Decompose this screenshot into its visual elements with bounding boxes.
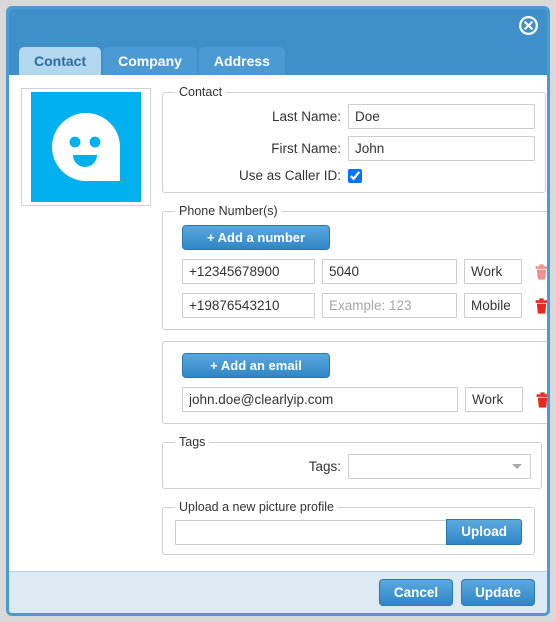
phone-extension-input-1[interactable] bbox=[322, 259, 457, 284]
phone-type-select-2[interactable]: Mobile bbox=[464, 293, 522, 318]
tab-address-label: Address bbox=[213, 53, 270, 69]
email-type-select-1[interactable]: Work bbox=[465, 387, 523, 412]
update-button[interactable]: Update bbox=[461, 579, 535, 606]
phone-number-input-1[interactable] bbox=[182, 259, 315, 284]
contact-group-legend: Contact bbox=[179, 85, 223, 99]
email-row: Work bbox=[182, 387, 547, 412]
tab-address[interactable]: Address bbox=[198, 47, 285, 75]
tab-contact[interactable]: Contact bbox=[19, 47, 102, 75]
upload-row: Upload bbox=[175, 519, 522, 545]
phone-number-input-2[interactable] bbox=[182, 293, 315, 318]
fields-column: Contact Last Name: First Name: Use as Ca… bbox=[153, 85, 547, 566]
tags-group-legend: Tags bbox=[179, 435, 206, 449]
dialog-body: Contact Last Name: First Name: Use as Ca… bbox=[9, 75, 547, 571]
caller-id-row: Use as Caller ID: bbox=[173, 168, 535, 183]
tags-group: Tags Tags: bbox=[162, 435, 542, 489]
phone-row: Work bbox=[182, 259, 547, 284]
tab-company-label: Company bbox=[118, 53, 182, 69]
dialog-footer: Cancel Update bbox=[9, 571, 547, 613]
email-type-value-1: Work bbox=[472, 392, 504, 407]
add-email-button[interactable]: + Add an email bbox=[182, 353, 330, 378]
first-name-row: First Name: bbox=[173, 136, 535, 161]
contact-group: Contact Last Name: First Name: Use as Ca… bbox=[162, 85, 546, 193]
email-group: + Add an email Work bbox=[162, 341, 547, 424]
last-name-label: Last Name: bbox=[271, 109, 341, 124]
upload-button[interactable]: Upload bbox=[446, 519, 522, 545]
phone-type-value-1: Work bbox=[471, 264, 503, 279]
last-name-row: Last Name: bbox=[173, 104, 535, 129]
avatar-frame[interactable] bbox=[21, 88, 151, 206]
upload-group-legend: Upload a new picture profile bbox=[179, 500, 334, 514]
last-name-input[interactable] bbox=[348, 104, 535, 129]
phone-group: Phone Number(s) + Add a number Work bbox=[162, 204, 547, 330]
caller-id-label: Use as Caller ID: bbox=[238, 168, 341, 183]
first-name-label: First Name: bbox=[271, 141, 341, 156]
avatar-column bbox=[21, 85, 153, 206]
contact-dialog: Contact Company Address Contact Last Nam… bbox=[6, 6, 550, 616]
ghost-face-avatar bbox=[31, 92, 141, 202]
tags-row: Tags: bbox=[173, 454, 531, 479]
dialog-header bbox=[9, 9, 547, 45]
cancel-button[interactable]: Cancel bbox=[379, 579, 453, 606]
tab-company[interactable]: Company bbox=[103, 47, 197, 75]
tags-select[interactable] bbox=[348, 454, 531, 479]
tab-bar: Contact Company Address bbox=[9, 45, 547, 75]
caller-id-checkbox[interactable] bbox=[348, 168, 362, 183]
chevron-down-icon bbox=[512, 464, 522, 469]
delete-phone-icon-1[interactable] bbox=[534, 263, 547, 281]
add-number-button[interactable]: + Add a number bbox=[182, 225, 330, 250]
phone-type-value-2: Mobile bbox=[471, 298, 511, 313]
email-input-1[interactable] bbox=[182, 387, 458, 412]
phone-extension-input-2[interactable] bbox=[322, 293, 457, 318]
tab-contact-label: Contact bbox=[34, 53, 87, 69]
close-icon[interactable] bbox=[519, 16, 538, 35]
delete-email-icon-1[interactable] bbox=[535, 391, 547, 409]
phone-type-select-1[interactable]: Work bbox=[464, 259, 522, 284]
upload-group: Upload a new picture profile Upload bbox=[162, 500, 535, 555]
upload-file-input[interactable] bbox=[175, 519, 448, 545]
phone-group-legend: Phone Number(s) bbox=[179, 204, 278, 218]
phone-row: Mobile bbox=[182, 293, 547, 318]
tags-label: Tags: bbox=[308, 459, 341, 474]
first-name-input[interactable] bbox=[348, 136, 535, 161]
delete-phone-icon-2[interactable] bbox=[534, 297, 547, 315]
